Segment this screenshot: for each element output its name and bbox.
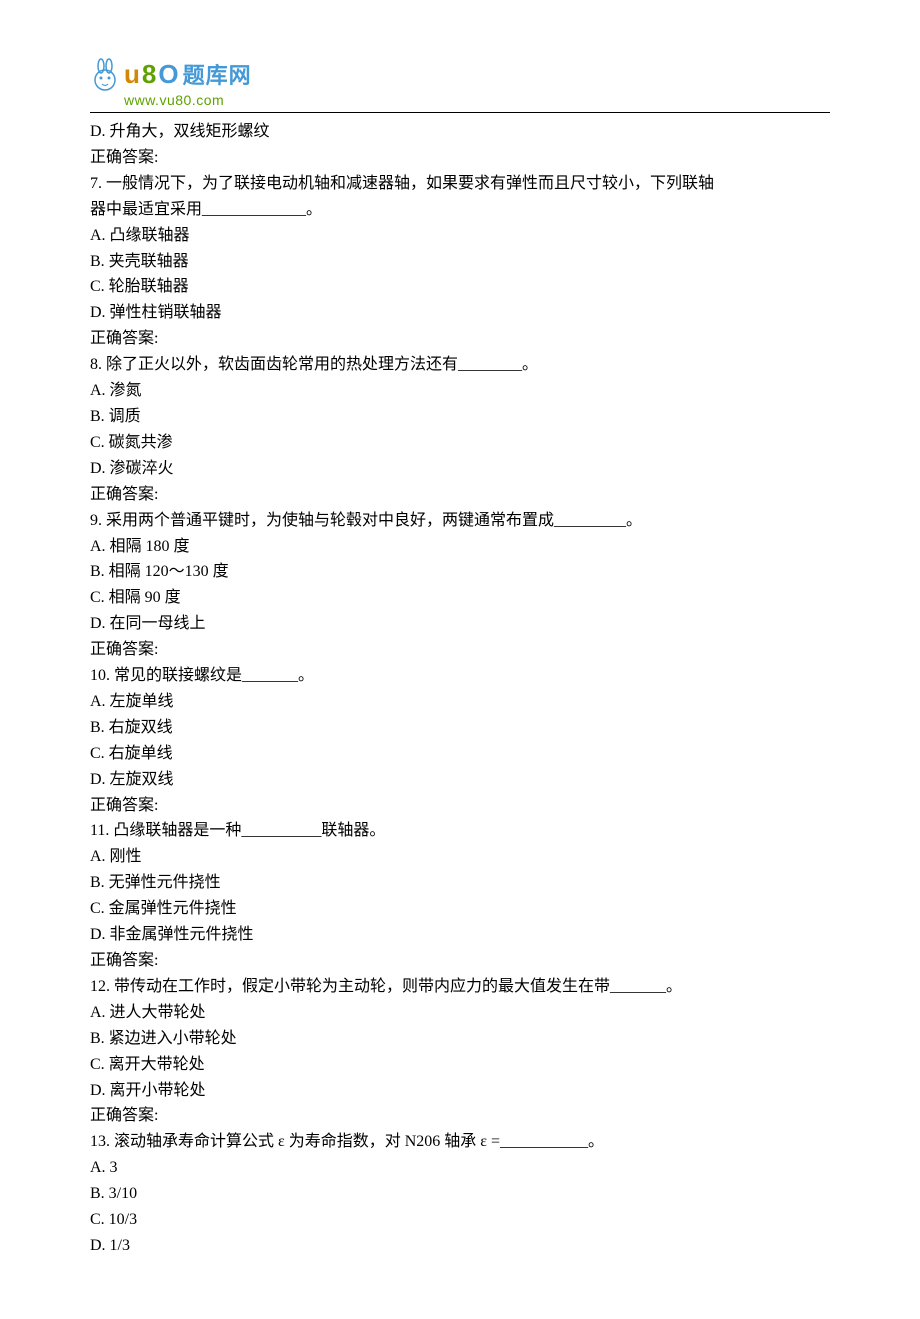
logo-url: www.vu80.com bbox=[124, 92, 830, 108]
q7-answer-label: 正确答案: bbox=[90, 326, 830, 352]
q7-option-c: C. 轮胎联轴器 bbox=[90, 274, 830, 300]
q8-option-b: B. 调质 bbox=[90, 404, 830, 430]
q12-option-b: B. 紧边进入小带轮处 bbox=[90, 1026, 830, 1052]
q9-stem: 9. 采用两个普通平键时，为使轴与轮毂对中良好，两键通常布置成_________… bbox=[90, 508, 830, 534]
q9-option-d: D. 在同一母线上 bbox=[90, 611, 830, 637]
site-logo: u 8 O 题库网 bbox=[90, 58, 830, 92]
q10-stem: 10. 常见的联接螺纹是_______。 bbox=[90, 663, 830, 689]
q7-option-d: D. 弹性柱销联轴器 bbox=[90, 300, 830, 326]
q13-stem: 13. 滚动轴承寿命计算公式 ε 为寿命指数，对 N206 轴承 ε =____… bbox=[90, 1129, 830, 1155]
q11-option-d: D. 非金属弹性元件挠性 bbox=[90, 922, 830, 948]
q8-stem: 8. 除了正火以外，软齿面齿轮常用的热处理方法还有________。 bbox=[90, 352, 830, 378]
q9-option-a: A. 相隔 180 度 bbox=[90, 534, 830, 560]
logo-text-block: u 8 O 题库网 bbox=[124, 58, 252, 90]
q11-answer-label: 正确答案: bbox=[90, 948, 830, 974]
logo-digit-0: O bbox=[158, 59, 178, 90]
q7-option-a: A. 凸缘联轴器 bbox=[90, 223, 830, 249]
q10-option-c: C. 右旋单线 bbox=[90, 741, 830, 767]
q13-option-b: B. 3/10 bbox=[90, 1181, 830, 1207]
q11-option-c: C. 金属弹性元件挠性 bbox=[90, 896, 830, 922]
q12-stem: 12. 带传动在工作时，假定小带轮为主动轮，则带内应力的最大值发生在带_____… bbox=[90, 974, 830, 1000]
q11-option-b: B. 无弹性元件挠性 bbox=[90, 870, 830, 896]
q8-option-a: A. 渗氮 bbox=[90, 378, 830, 404]
q8-option-d: D. 渗碳淬火 bbox=[90, 456, 830, 482]
q13-option-c: C. 10/3 bbox=[90, 1207, 830, 1233]
q8-answer-label: 正确答案: bbox=[90, 482, 830, 508]
q12-option-c: C. 离开大带轮处 bbox=[90, 1052, 830, 1078]
q8-option-c: C. 碳氮共渗 bbox=[90, 430, 830, 456]
logo-digit-8: 8 bbox=[142, 59, 156, 90]
q11-option-a: A. 刚性 bbox=[90, 844, 830, 870]
q7-stem-line2: 器中最适宜采用_____________。 bbox=[90, 197, 830, 223]
q10-option-d: D. 左旋双线 bbox=[90, 767, 830, 793]
answer-label-previous: 正确答案: bbox=[90, 145, 830, 171]
bunny-icon bbox=[90, 58, 120, 92]
q7-option-b: B. 夹壳联轴器 bbox=[90, 249, 830, 275]
document-page: u 8 O 题库网 www.vu80.com D. 升角大，双线矩形螺纹 正确答… bbox=[0, 0, 920, 1319]
logo-letter-u: u bbox=[124, 59, 140, 90]
header-divider bbox=[90, 112, 830, 113]
q12-answer-label: 正确答案: bbox=[90, 1103, 830, 1129]
q12-option-d: D. 离开小带轮处 bbox=[90, 1078, 830, 1104]
q12-option-a: A. 进人大带轮处 bbox=[90, 1000, 830, 1026]
q9-option-b: B. 相隔 120～130 度 bbox=[90, 559, 830, 585]
q9-answer-label: 正确答案: bbox=[90, 637, 830, 663]
logo-chinese: 题库网 bbox=[183, 58, 252, 90]
q10-option-b: B. 右旋双线 bbox=[90, 715, 830, 741]
logo-title: u 8 O 题库网 bbox=[124, 58, 252, 90]
q13-option-d: D. 1/3 bbox=[90, 1233, 830, 1259]
q10-option-a: A. 左旋单线 bbox=[90, 689, 830, 715]
q11-stem: 11. 凸缘联轴器是一种__________联轴器。 bbox=[90, 818, 830, 844]
q13-option-a: A. 3 bbox=[90, 1155, 830, 1181]
q7-stem-line1: 7. 一般情况下，为了联接电动机轴和减速器轴，如果要求有弹性而且尺寸较小，下列联… bbox=[90, 171, 830, 197]
q9-option-c: C. 相隔 90 度 bbox=[90, 585, 830, 611]
q10-answer-label: 正确答案: bbox=[90, 793, 830, 819]
option-d-previous: D. 升角大，双线矩形螺纹 bbox=[90, 119, 830, 145]
